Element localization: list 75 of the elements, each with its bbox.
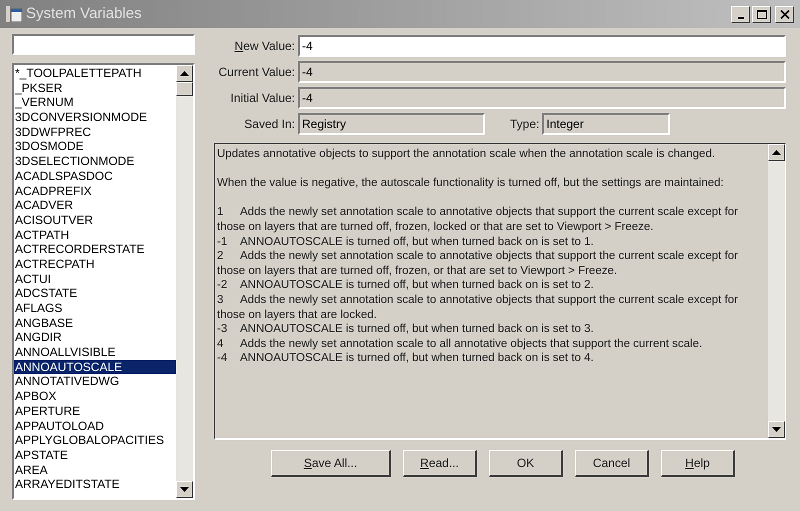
minimize-button[interactable] [731, 6, 750, 22]
list-item[interactable]: APPAUTOLOAD [14, 418, 176, 434]
current-value-field[interactable]: -4 [298, 61, 786, 83]
option-text: 4 Adds the newly set annotation scale to all annotative objects that support the current scale. [217, 336, 704, 352]
scroll-down-button[interactable] [176, 481, 193, 498]
down-arrow-icon [180, 487, 189, 492]
maximize-button[interactable] [752, 6, 771, 22]
list-item[interactable]: ANGBASE [14, 316, 176, 330]
down-arrow-icon [772, 427, 781, 432]
list-item[interactable]: ACADLSPASDOC [14, 168, 176, 184]
field-label: Current Value: [218, 64, 296, 81]
type-field[interactable]: Integer [542, 113, 670, 135]
dialog-button[interactable]: OK [489, 450, 563, 477]
dialog-button[interactable]: Help [661, 450, 735, 477]
field-label: New Value: [234, 38, 296, 55]
list-item[interactable]: 3DCONVERSIONMODE [14, 110, 176, 125]
list-item[interactable]: 3DOSMODE [14, 139, 176, 154]
scrollbar[interactable] [176, 65, 193, 498]
scroll-down-button[interactable] [768, 421, 785, 438]
option-text: -1 ANNOAUTOSCALE is turned off, but when turned back on is set to 1. [217, 234, 595, 250]
option-text: -4 ANNOAUTOSCALE is turned off, but when turned back on is set to 4. [217, 351, 595, 366]
list-item[interactable]: ACTRECPATH [14, 256, 176, 272]
list-item[interactable]: ACADPREFIX [14, 184, 176, 198]
option-text: 3 Adds the newly set annotation scale to annotative objects that support the current scale except for those on layers that are locked. [217, 292, 739, 322]
field-label: Type: [510, 116, 540, 133]
new-value-field[interactable]: -4 [298, 35, 786, 57]
variable-list[interactable] [12, 63, 195, 500]
maximize-icon [756, 10, 766, 18]
scroll-thumb[interactable] [176, 82, 193, 96]
list-item[interactable]: ANGDIR [14, 330, 176, 346]
description-text: Updates annotative objects to support the annotation scale when the annotation scale is changed. [217, 147, 716, 162]
option-text: 1 Adds the newly set annotation scale to annotative objects that support the current scale except for those on layers that are turned off, frozen, locked or that are set to Viewport > Freeze. [217, 205, 739, 235]
scroll-up-button[interactable] [176, 65, 193, 82]
minimize-icon [738, 16, 744, 18]
list-item[interactable]: APPLYGLOBALOPACITIES [14, 433, 176, 448]
list-item[interactable]: *_TOOLPALETTEPATH [14, 66, 176, 81]
option-text: -3 ANNOAUTOSCALE is turned off, but when turned back on is set to 3. [217, 322, 595, 337]
search-field[interactable] [12, 34, 195, 55]
field-label: Saved In: [243, 116, 296, 133]
dialog-button[interactable]: Cancel [575, 450, 649, 477]
list-item[interactable]: APSTATE [14, 448, 176, 463]
list-item[interactable]: _VERNUM [14, 95, 176, 110]
list-item[interactable]: ACTUI [14, 272, 176, 286]
list-item[interactable]: 3DDWFPREC [14, 124, 176, 140]
list-item[interactable]: AFLAGS [14, 301, 176, 316]
window-title: System Variables [26, 4, 142, 24]
dialog-button[interactable]: Save All... [271, 450, 391, 477]
option-text: 2 Adds the newly set annotation scale to annotative objects that support the current scale except for those on layers that are turned off, frozen, or that are set to Viewport > Freeze. [217, 249, 739, 278]
initial-value-field[interactable]: -4 [298, 87, 786, 109]
list-item[interactable]: ACADVER [14, 198, 176, 213]
list-item[interactable]: ARRAYEDITSTATE [14, 477, 176, 492]
list-item[interactable]: ACTRECORDERSTATE [14, 242, 176, 257]
list-item[interactable]: AREA [14, 462, 176, 478]
scrollbar[interactable] [768, 144, 785, 438]
window-icon [6, 6, 22, 22]
list-item[interactable]: ANNOALLVISIBLE [14, 345, 176, 360]
scroll-up-button[interactable] [768, 144, 785, 161]
list-item[interactable]: ANNOAUTOSCALE [14, 360, 176, 374]
list-item[interactable]: ANNOTATIVEDWG [14, 374, 176, 390]
up-arrow-icon [180, 71, 189, 76]
list-item[interactable]: ADCSTATE [14, 286, 176, 301]
list-item[interactable]: APERTURE [14, 404, 176, 418]
list-item[interactable]: _PKSER [14, 80, 176, 96]
list-item[interactable]: ACTPATH [14, 228, 176, 242]
close-icon [780, 10, 790, 18]
list-item[interactable]: 3DSELECTIONMODE [14, 154, 176, 169]
list-item[interactable]: ACISOUTVER [14, 212, 176, 228]
dialog-button[interactable]: Read... [403, 450, 477, 477]
description-text: When the value is negative, the autoscale functionality is turned off, but the settings are maintained: [217, 176, 725, 191]
up-arrow-icon [772, 150, 781, 155]
option-text: -2 ANNOAUTOSCALE is turned off, but when turned back on is set to 2. [217, 278, 595, 293]
saved-in-field[interactable]: Registry [298, 113, 485, 135]
list-item[interactable]: APBOX [14, 389, 176, 404]
close-button[interactable] [775, 6, 794, 22]
field-label: Initial Value: [230, 90, 296, 107]
